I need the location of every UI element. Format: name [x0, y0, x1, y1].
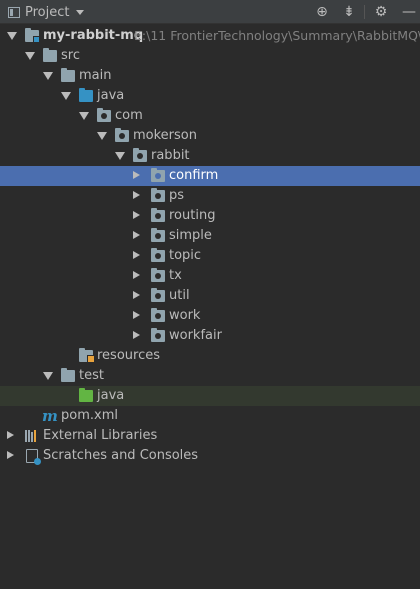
dropdown-caret-icon	[76, 9, 85, 15]
tree-row-java-source-root[interactable]: java	[0, 86, 420, 106]
tree-row-mokerson[interactable]: mokerson	[0, 126, 420, 146]
package-icon	[151, 208, 165, 222]
scratches-icon	[26, 449, 41, 465]
package-label: work	[169, 308, 201, 323]
package-label: ps	[169, 188, 185, 203]
package-label: confirm	[169, 168, 219, 183]
hide-icon[interactable]: —	[400, 3, 418, 21]
package-label: mokerson	[133, 128, 197, 143]
collapsed-arrow-icon[interactable]	[133, 211, 140, 219]
package-icon	[115, 128, 129, 142]
expand-arrow-icon[interactable]	[43, 372, 53, 380]
folder-label: java	[97, 388, 125, 403]
expand-arrow-icon[interactable]	[79, 112, 89, 120]
resources-folder-icon	[79, 348, 95, 363]
folder-icon	[43, 48, 57, 62]
package-icon	[151, 288, 165, 302]
tree-row-package-confirm[interactable]: confirm	[0, 166, 420, 186]
file-label: pom.xml	[61, 408, 118, 423]
collapsed-arrow-icon[interactable]	[133, 331, 140, 339]
project-toolbar: Project ⊕ ⇟ ⚙ —	[0, 0, 420, 24]
folder-icon	[61, 68, 75, 82]
expand-arrow-icon[interactable]	[115, 152, 125, 160]
tree-row-scratches[interactable]: Scratches and Consoles	[0, 446, 420, 466]
package-icon	[151, 188, 165, 202]
tree-row-rabbit[interactable]: rabbit	[0, 146, 420, 166]
collapse-all-icon[interactable]: ⇟	[340, 3, 358, 21]
expand-arrow-icon[interactable]	[7, 32, 17, 40]
tree-row-test[interactable]: test	[0, 366, 420, 386]
collapsed-arrow-icon[interactable]	[7, 431, 14, 439]
collapsed-arrow-icon[interactable]	[133, 291, 140, 299]
tree-row-pom[interactable]: m pom.xml	[0, 406, 420, 426]
folder-label: main	[79, 68, 112, 83]
folder-label: src	[61, 48, 80, 63]
settings-gear-icon[interactable]: ⚙	[372, 3, 390, 21]
package-label: rabbit	[151, 148, 190, 163]
tree-row-test-java[interactable]: java	[0, 386, 420, 406]
package-icon	[133, 148, 147, 162]
locate-target-icon[interactable]: ⊕	[313, 3, 331, 21]
tree-row-main[interactable]: main	[0, 66, 420, 86]
source-root-folder-icon	[79, 88, 93, 102]
package-icon	[151, 328, 165, 342]
package-label: tx	[169, 268, 182, 283]
package-label: topic	[169, 248, 202, 263]
package-label: routing	[169, 208, 216, 223]
tree-row-package-util[interactable]: util	[0, 286, 420, 306]
package-icon	[97, 108, 111, 122]
tree-row-src[interactable]: src	[0, 46, 420, 66]
tree-row-package-simple[interactable]: simple	[0, 226, 420, 246]
tree-row-package-routing[interactable]: routing	[0, 206, 420, 226]
package-label: workfair	[169, 328, 222, 343]
tree-row-package-ps[interactable]: ps	[0, 186, 420, 206]
folder-icon	[61, 368, 75, 382]
tree-row-external-libraries[interactable]: External Libraries	[0, 426, 420, 446]
toolbar-divider	[364, 5, 365, 19]
collapsed-arrow-icon[interactable]	[133, 231, 140, 239]
tree-row-package-topic[interactable]: topic	[0, 246, 420, 266]
collapsed-arrow-icon[interactable]	[133, 171, 140, 179]
expand-arrow-icon[interactable]	[97, 132, 107, 140]
tree-row-resources[interactable]: resources	[0, 346, 420, 366]
package-icon	[151, 268, 165, 282]
scratches-label: Scratches and Consoles	[43, 448, 199, 463]
collapsed-arrow-icon[interactable]	[133, 311, 140, 319]
libraries-icon	[25, 430, 39, 442]
package-label: com	[115, 108, 143, 123]
collapsed-arrow-icon[interactable]	[133, 271, 140, 279]
module-folder-icon	[25, 28, 40, 43]
expand-arrow-icon[interactable]	[25, 52, 35, 60]
package-label: util	[169, 288, 190, 303]
tree-row-root-module[interactable]: my-rabbit-mq E:\11 FrontierTechnology\Su…	[0, 26, 420, 46]
folder-label: resources	[97, 348, 161, 363]
package-icon	[151, 228, 165, 242]
collapsed-arrow-icon[interactable]	[133, 191, 140, 199]
expand-arrow-icon[interactable]	[43, 72, 53, 80]
test-source-folder-icon	[79, 388, 93, 402]
tree-row-com[interactable]: com	[0, 106, 420, 126]
expand-arrow-icon[interactable]	[61, 92, 71, 100]
project-view-title: Project	[25, 4, 70, 20]
collapsed-arrow-icon[interactable]	[7, 451, 14, 459]
package-icon	[151, 248, 165, 262]
module-path: E:\11 FrontierTechnology\Summary\RabbitM…	[134, 28, 420, 43]
module-name: my-rabbit-mq	[43, 28, 144, 43]
tree-row-package-work[interactable]: work	[0, 306, 420, 326]
tree-row-package-workfair[interactable]: workfair	[0, 326, 420, 346]
external-libraries-label: External Libraries	[43, 428, 158, 443]
package-icon	[151, 168, 165, 182]
package-icon	[151, 308, 165, 322]
tree-row-package-tx[interactable]: tx	[0, 266, 420, 286]
project-view-icon	[8, 6, 20, 18]
maven-file-icon: m	[42, 407, 58, 425]
collapsed-arrow-icon[interactable]	[133, 251, 140, 259]
folder-label: java	[97, 88, 125, 103]
project-view-selector[interactable]: Project	[8, 0, 85, 24]
folder-label: test	[79, 368, 104, 383]
package-label: simple	[169, 228, 212, 243]
